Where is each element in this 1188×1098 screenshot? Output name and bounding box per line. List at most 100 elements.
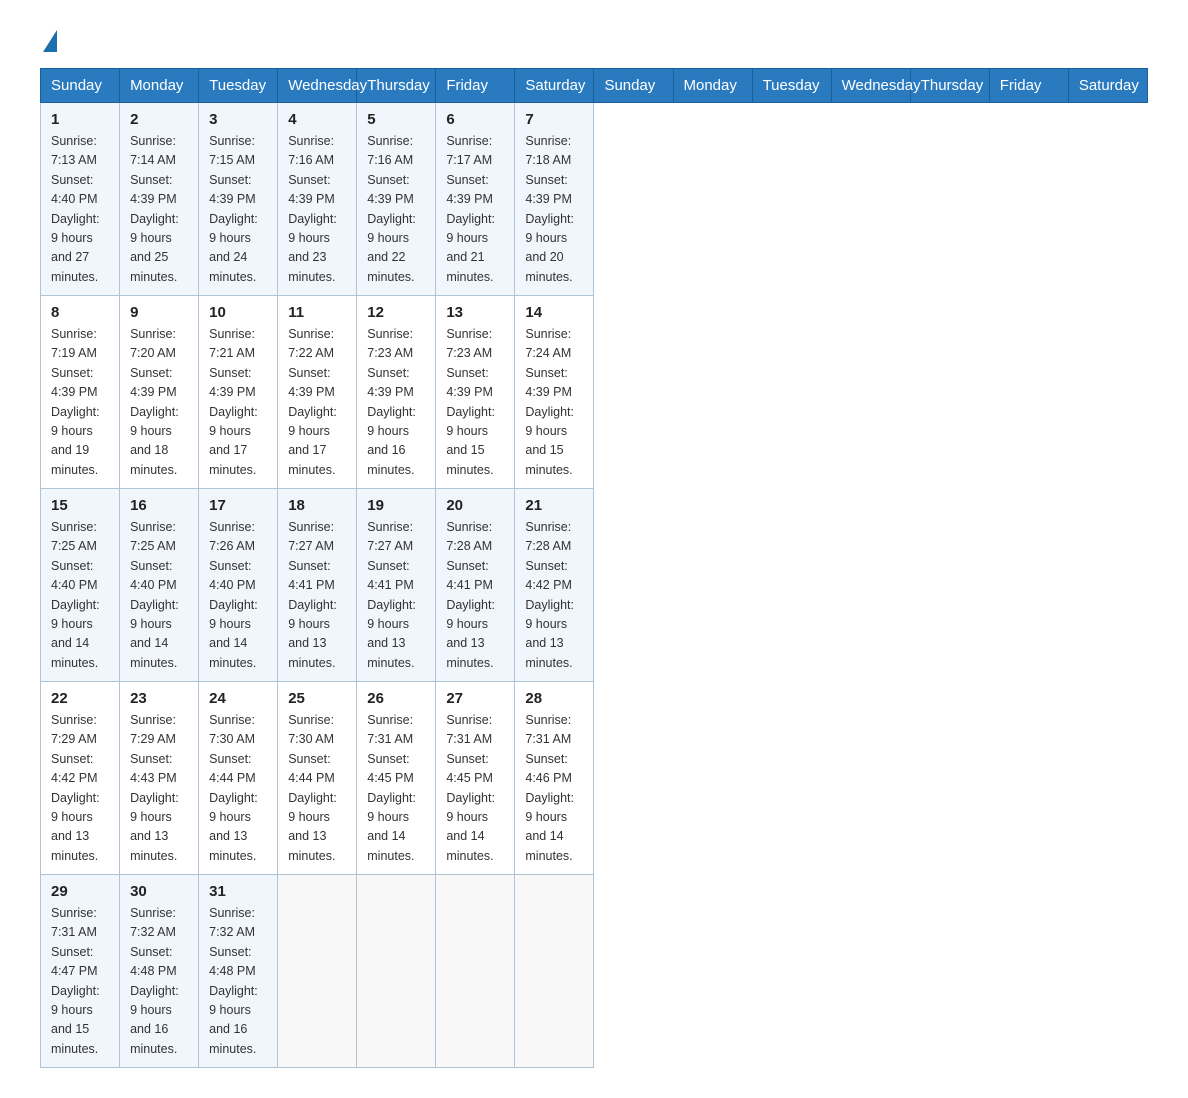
day-number: 6 — [446, 111, 504, 128]
day-info: Sunrise: 7:21 AMSunset: 4:39 PMDaylight:… — [209, 325, 267, 480]
day-number: 15 — [51, 497, 109, 514]
day-number: 10 — [209, 304, 267, 321]
header-saturday: Saturday — [1068, 69, 1147, 103]
day-number: 30 — [130, 883, 188, 900]
day-info: Sunrise: 7:24 AMSunset: 4:39 PMDaylight:… — [525, 325, 583, 480]
day-number: 20 — [446, 497, 504, 514]
header-saturday: Saturday — [515, 69, 594, 103]
day-number: 13 — [446, 304, 504, 321]
day-number: 8 — [51, 304, 109, 321]
calendar-cell: 27Sunrise: 7:31 AMSunset: 4:45 PMDayligh… — [436, 682, 515, 875]
logo — [40, 30, 57, 48]
page-header — [40, 30, 1148, 48]
calendar-cell: 21 Sunrise: 7:28 AMSunset: 4:42 PMDayligh… — [515, 489, 594, 682]
day-info: Sunrise: 7:27 AMSunset: 4:41 PMDaylight:… — [288, 518, 346, 673]
day-number: 28 — [525, 690, 583, 707]
day-info: Sunrise: 7:30 AMSunset: 4:44 PMDaylight:… — [209, 711, 267, 866]
calendar-cell: 7 Sunrise: 7:18 AMSunset: 4:39 PMDaylight… — [515, 103, 594, 296]
calendar-cell: 30 Sunrise: 7:32 AMSunset: 4:48 PMDayligh… — [120, 875, 199, 1068]
calendar-cell — [436, 875, 515, 1068]
calendar-cell: 31 Sunrise: 7:32 AMSunset: 4:48 PMDayligh… — [199, 875, 278, 1068]
day-info: Sunrise: 7:28 AMSunset: 4:41 PMDaylight:… — [446, 518, 504, 673]
header-sunday: Sunday — [41, 69, 120, 103]
day-number: 22 — [51, 690, 109, 707]
header-wednesday: Wednesday — [831, 69, 910, 103]
day-info: Sunrise: 7:14 AMSunset: 4:39 PMDaylight:… — [130, 132, 188, 287]
header-friday: Friday — [989, 69, 1068, 103]
day-info: Sunrise: 7:20 AMSunset: 4:39 PMDaylight:… — [130, 325, 188, 480]
header-thursday: Thursday — [357, 69, 436, 103]
calendar-cell: 3Sunrise: 7:15 AMSunset: 4:39 PMDaylight… — [199, 103, 278, 296]
calendar-cell: 26 Sunrise: 7:31 AMSunset: 4:45 PMDayligh… — [357, 682, 436, 875]
day-number: 26 — [367, 690, 425, 707]
calendar-cell: 22 Sunrise: 7:29 AMSunset: 4:42 PMDayligh… — [41, 682, 120, 875]
header-monday: Monday — [120, 69, 199, 103]
day-number: 11 — [288, 304, 346, 321]
logo-triangle-icon — [43, 30, 57, 52]
day-number: 31 — [209, 883, 267, 900]
day-info: Sunrise: 7:29 AMSunset: 4:42 PMDaylight:… — [51, 711, 109, 866]
day-info: Sunrise: 7:17 AMSunset: 4:39 PMDaylight:… — [446, 132, 504, 287]
calendar-cell: 17Sunrise: 7:26 AMSunset: 4:40 PMDayligh… — [199, 489, 278, 682]
day-info: Sunrise: 7:25 AMSunset: 4:40 PMDaylight:… — [51, 518, 109, 673]
day-info: Sunrise: 7:18 AMSunset: 4:39 PMDaylight:… — [525, 132, 583, 287]
calendar-cell: 15 Sunrise: 7:25 AMSunset: 4:40 PMDayligh… — [41, 489, 120, 682]
calendar-cell: 24 Sunrise: 7:30 AMSunset: 4:44 PMDayligh… — [199, 682, 278, 875]
header-tuesday: Tuesday — [752, 69, 831, 103]
day-number: 12 — [367, 304, 425, 321]
calendar-cell: 12 Sunrise: 7:23 AMSunset: 4:39 PMDayligh… — [357, 296, 436, 489]
calendar-cell: 19 Sunrise: 7:27 AMSunset: 4:41 PMDayligh… — [357, 489, 436, 682]
header-sunday: Sunday — [594, 69, 673, 103]
day-info: Sunrise: 7:31 AMSunset: 4:45 PMDaylight:… — [446, 711, 504, 866]
day-info: Sunrise: 7:19 AMSunset: 4:39 PMDaylight:… — [51, 325, 109, 480]
day-number: 19 — [367, 497, 425, 514]
day-number: 5 — [367, 111, 425, 128]
calendar-week-row: 1Sunrise: 7:13 AMSunset: 4:40 PMDaylight… — [41, 103, 1148, 296]
header-thursday: Thursday — [910, 69, 989, 103]
calendar-week-row: 8 Sunrise: 7:19 AMSunset: 4:39 PMDaylight… — [41, 296, 1148, 489]
day-info: Sunrise: 7:16 AMSunset: 4:39 PMDaylight:… — [288, 132, 346, 287]
calendar-cell: 14 Sunrise: 7:24 AMSunset: 4:39 PMDayligh… — [515, 296, 594, 489]
calendar-week-row: 15 Sunrise: 7:25 AMSunset: 4:40 PMDayligh… — [41, 489, 1148, 682]
day-info: Sunrise: 7:31 AMSunset: 4:47 PMDaylight:… — [51, 904, 109, 1059]
day-info: Sunrise: 7:15 AMSunset: 4:39 PMDaylight:… — [209, 132, 267, 287]
day-number: 7 — [525, 111, 583, 128]
calendar-table: SundayMondayTuesdayWednesdayThursdayFrid… — [40, 68, 1148, 1068]
day-info: Sunrise: 7:28 AMSunset: 4:42 PMDaylight:… — [525, 518, 583, 673]
day-number: 14 — [525, 304, 583, 321]
calendar-cell: 4 Sunrise: 7:16 AMSunset: 4:39 PMDaylight… — [278, 103, 357, 296]
header-monday: Monday — [673, 69, 752, 103]
calendar-cell: 6 Sunrise: 7:17 AMSunset: 4:39 PMDaylight… — [436, 103, 515, 296]
calendar-cell — [515, 875, 594, 1068]
calendar-cell: 18Sunrise: 7:27 AMSunset: 4:41 PMDayligh… — [278, 489, 357, 682]
day-info: Sunrise: 7:26 AMSunset: 4:40 PMDaylight:… — [209, 518, 267, 673]
header-wednesday: Wednesday — [278, 69, 357, 103]
calendar-week-row: 29 Sunrise: 7:31 AMSunset: 4:47 PMDayligh… — [41, 875, 1148, 1068]
day-info: Sunrise: 7:32 AMSunset: 4:48 PMDaylight:… — [130, 904, 188, 1059]
calendar-cell: 16Sunrise: 7:25 AMSunset: 4:40 PMDayligh… — [120, 489, 199, 682]
calendar-cell: 5 Sunrise: 7:16 AMSunset: 4:39 PMDaylight… — [357, 103, 436, 296]
day-info: Sunrise: 7:22 AMSunset: 4:39 PMDaylight:… — [288, 325, 346, 480]
day-info: Sunrise: 7:27 AMSunset: 4:41 PMDaylight:… — [367, 518, 425, 673]
day-number: 21 — [525, 497, 583, 514]
calendar-cell: 10 Sunrise: 7:21 AMSunset: 4:39 PMDayligh… — [199, 296, 278, 489]
header-friday: Friday — [436, 69, 515, 103]
header-tuesday: Tuesday — [199, 69, 278, 103]
day-info: Sunrise: 7:32 AMSunset: 4:48 PMDaylight:… — [209, 904, 267, 1059]
calendar-cell: 29 Sunrise: 7:31 AMSunset: 4:47 PMDayligh… — [41, 875, 120, 1068]
day-number: 23 — [130, 690, 188, 707]
day-number: 9 — [130, 304, 188, 321]
day-info: Sunrise: 7:31 AMSunset: 4:45 PMDaylight:… — [367, 711, 425, 866]
day-number: 16 — [130, 497, 188, 514]
calendar-cell: 2Sunrise: 7:14 AMSunset: 4:39 PMDaylight… — [120, 103, 199, 296]
day-number: 1 — [51, 111, 109, 128]
day-info: Sunrise: 7:23 AMSunset: 4:39 PMDaylight:… — [367, 325, 425, 480]
day-number: 29 — [51, 883, 109, 900]
day-info: Sunrise: 7:16 AMSunset: 4:39 PMDaylight:… — [367, 132, 425, 287]
calendar-cell: 1Sunrise: 7:13 AMSunset: 4:40 PMDaylight… — [41, 103, 120, 296]
day-number: 25 — [288, 690, 346, 707]
day-number: 4 — [288, 111, 346, 128]
calendar-cell — [278, 875, 357, 1068]
day-number: 24 — [209, 690, 267, 707]
calendar-cell: 9 Sunrise: 7:20 AMSunset: 4:39 PMDaylight… — [120, 296, 199, 489]
